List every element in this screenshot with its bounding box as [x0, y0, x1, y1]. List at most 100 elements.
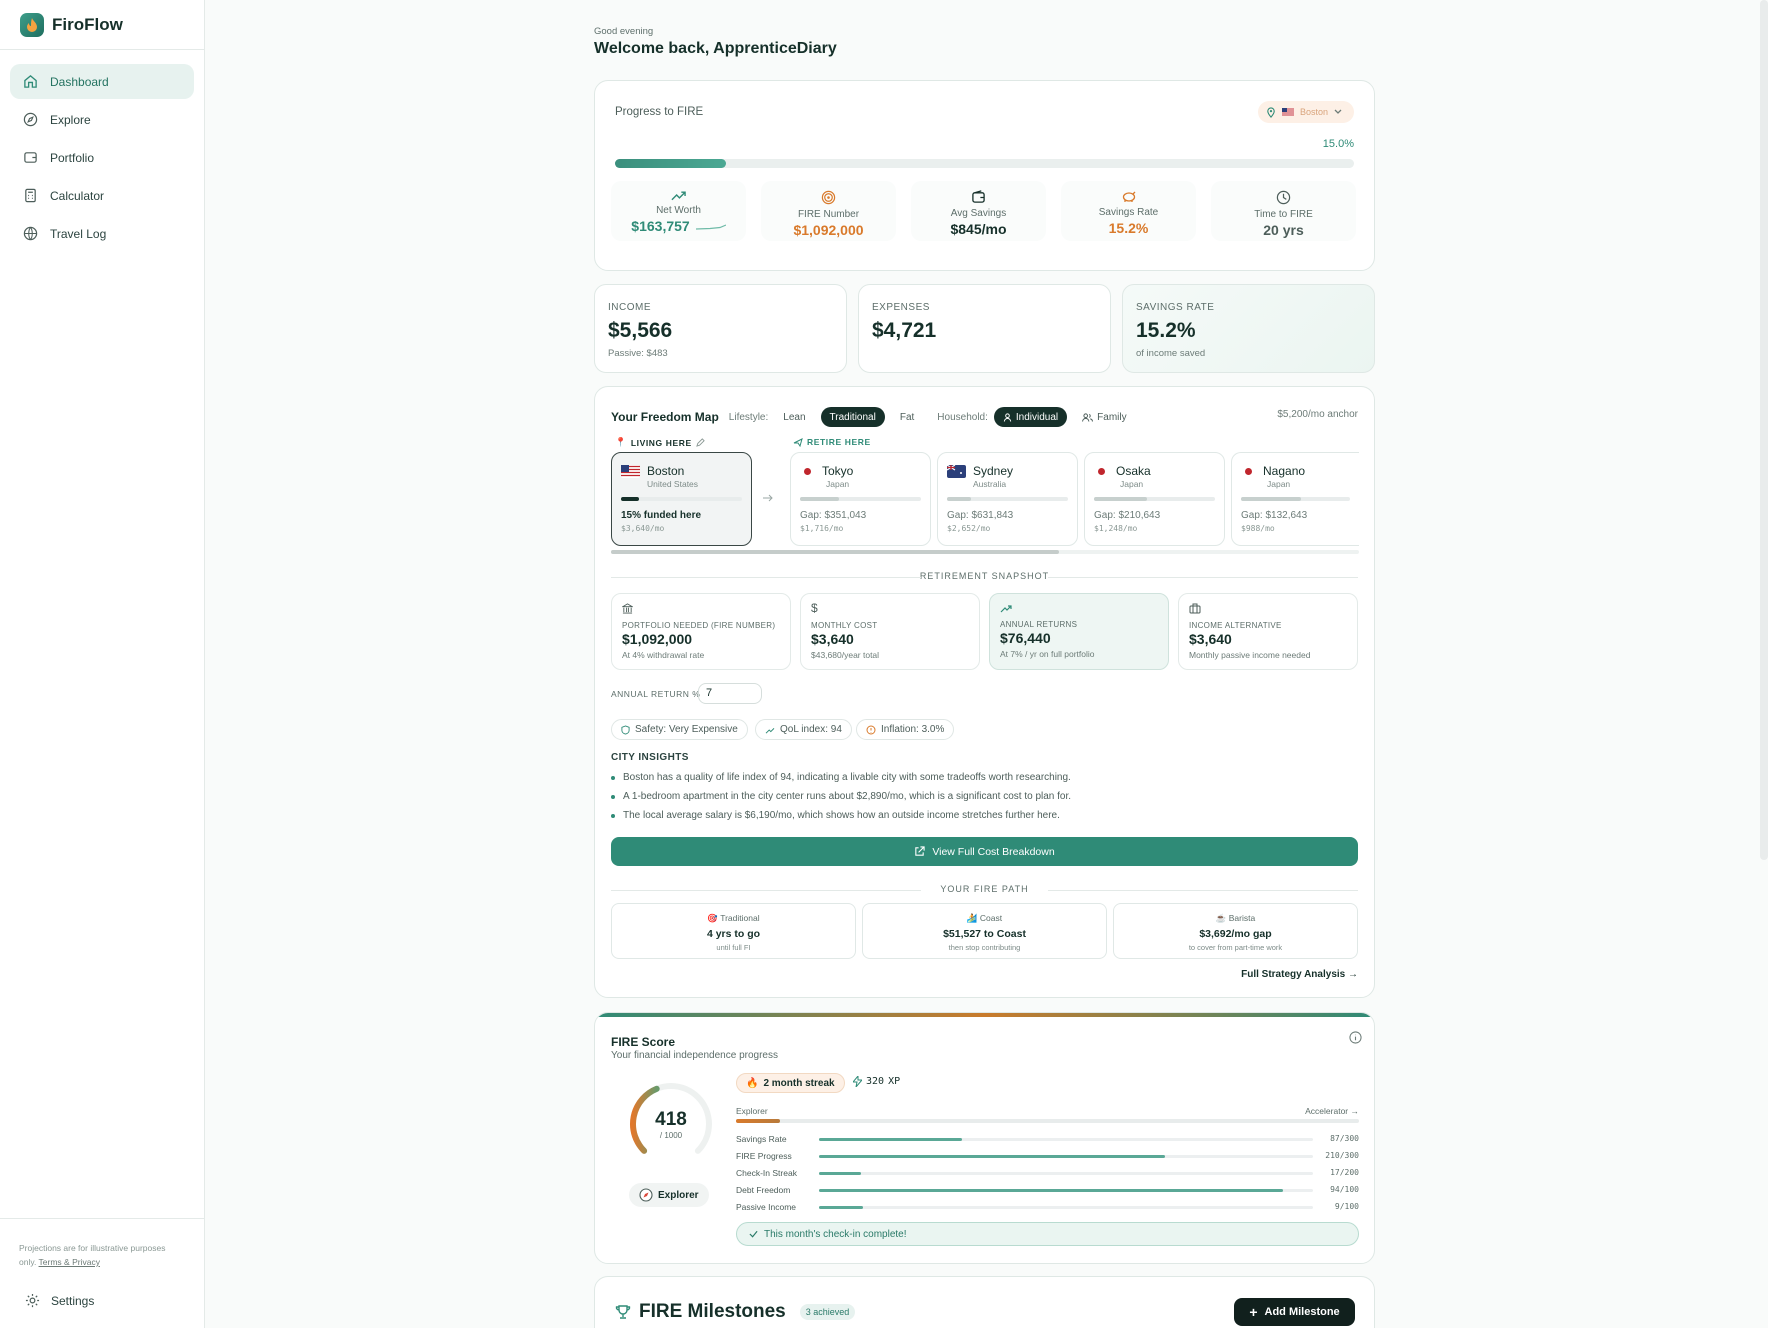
xp-counter: 320 XP — [853, 1076, 900, 1087]
sidebar-item-label: Calculator — [50, 188, 105, 203]
city-card-sydney[interactable]: Sydney Australia Gap: $631,843 $2,652/mo — [937, 452, 1078, 546]
scrollbar-thumb[interactable] — [611, 550, 1059, 554]
metric-value: 9/100 — [1334, 1202, 1359, 1211]
snapshot-value: $1,092,000 — [622, 631, 693, 647]
path-title: ☕ Barista — [1114, 913, 1357, 924]
snapshot-value: $3,640 — [811, 631, 854, 647]
brand[interactable]: FiroFlow — [0, 0, 204, 50]
chip-text: Inflation: 3.0% — [881, 724, 945, 735]
sidebar-item-calculator[interactable]: Calculator — [10, 178, 194, 213]
snapshot-monthly-cost: $ MONTHLY COST $3,640 $43,680/year total — [800, 593, 980, 670]
add-milestone-button[interactable]: + Add Milestone — [1234, 1298, 1355, 1326]
lifestyle-traditional[interactable]: Traditional — [820, 407, 885, 427]
target-icon — [821, 190, 836, 205]
city-card-nagano[interactable]: Nagano Japan Gap: $132,643 $988/mo — [1231, 452, 1359, 546]
gap-text: Gap: $210,643 — [1094, 510, 1161, 521]
sidebar-item-travel-log[interactable]: Travel Log — [10, 216, 194, 251]
terms-link[interactable]: Terms & Privacy — [39, 1257, 100, 1267]
stat-value: $845/mo — [950, 221, 1007, 237]
savings-rate-card: SAVINGS RATE 15.2% of income saved — [1122, 284, 1375, 373]
wallet-icon — [972, 190, 985, 203]
fire-path-title: YOUR FIRE PATH — [611, 884, 1358, 894]
home-city-card[interactable]: Boston United States 15% funded here $3,… — [611, 452, 752, 546]
page-scrollbar[interactable] — [1760, 0, 1768, 860]
sidebar-footer: Projections are for illustrative purpose… — [0, 1218, 204, 1308]
metric-check-in-streak: Check-In Streak 17/200 — [736, 1168, 1359, 1180]
snapshot-value: $3,640 — [1189, 631, 1232, 647]
edit-icon[interactable] — [695, 438, 705, 447]
full-strategy-link[interactable]: Full Strategy Analysis → — [1241, 969, 1358, 980]
lifestyle-label: Lifestyle: — [728, 411, 769, 423]
sidebar-item-label: Explore — [50, 112, 91, 127]
snapshot-label: PORTFOLIO NEEDED (FIRE NUMBER) — [622, 621, 776, 630]
insight-item: A 1-bedroom apartment in the city center… — [611, 791, 1071, 802]
monthly-cost: $1,248/mo — [1094, 524, 1138, 533]
lifestyle-fat[interactable]: Fat — [891, 407, 923, 427]
stat-time-to-fire: Time to FIRE 20 yrs — [1211, 181, 1356, 241]
household-individual-label: Individual — [1015, 411, 1059, 423]
home-icon — [24, 75, 37, 88]
xp-value: 320 — [866, 1076, 885, 1087]
country-name: United States — [647, 479, 699, 489]
city-card-tokyo[interactable]: Tokyo Japan Gap: $351,043 $1,716/mo — [790, 452, 931, 546]
horizontal-scrollbar[interactable] — [611, 550, 1359, 554]
us-flag-icon — [621, 464, 640, 478]
settings-label: Settings — [51, 1293, 95, 1308]
metric-label: FIRE Progress — [736, 1151, 792, 1161]
chip-inflation: Inflation: 3.0% — [856, 719, 955, 740]
path-value: 4 yrs to go — [706, 928, 761, 940]
snapshot-title: RETIREMENT SNAPSHOT — [611, 571, 1358, 581]
annual-return-input[interactable]: 7 — [698, 683, 762, 704]
metric-label: Check-In Streak — [736, 1168, 797, 1178]
score-value: 418 — [655, 1109, 687, 1130]
australia-flag-icon — [947, 464, 966, 478]
funded-bar-fill — [947, 497, 972, 501]
snapshot-sub: At 4% withdrawal rate — [622, 650, 705, 660]
level-to[interactable]: Accelerator → — [1305, 1106, 1359, 1116]
settings-button[interactable]: Settings — [19, 1293, 185, 1308]
snapshot-sub: $43,680/year total — [811, 650, 880, 660]
path-coast[interactable]: 🏄 Coast $51,527 to Coast then stop contr… — [862, 903, 1107, 959]
metric-bar-fill — [819, 1155, 1165, 1158]
snapshot-sub: Monthly passive income needed — [1189, 650, 1311, 660]
path-traditional[interactable]: 🎯 Traditional 4 yrs to go until full FI — [611, 903, 856, 959]
plane-icon — [793, 438, 803, 447]
app-name: FiroFlow — [52, 14, 123, 34]
trend-up-icon — [1000, 605, 1012, 613]
stat-value: 15.2% — [1108, 220, 1149, 236]
monthly-cost: $1,716/mo — [800, 524, 844, 533]
path-value: $3,692/mo gap — [1199, 928, 1272, 940]
score-max: / 1000 — [659, 1131, 683, 1140]
location-select[interactable]: Boston — [1258, 101, 1354, 123]
achieved-badge: 3 achieved — [799, 1304, 856, 1320]
stat-label: FIRE Number — [797, 209, 860, 220]
plus-icon: + — [1249, 1304, 1258, 1320]
clock-icon — [1276, 190, 1291, 205]
funded-bar-fill — [800, 497, 839, 501]
sidebar-item-portfolio[interactable]: Portfolio — [10, 140, 194, 175]
living-here-label: 📍 LIVING HERE — [615, 437, 705, 448]
progress-label: Progress to FIRE — [615, 106, 704, 118]
metric-bar — [819, 1206, 1313, 1209]
fire-score-subtitle: Your financial independence progress — [611, 1050, 778, 1061]
metric-value: 87/300 — [1330, 1134, 1359, 1143]
sidebar-item-explore[interactable]: Explore — [10, 102, 194, 137]
lifestyle-lean[interactable]: Lean — [774, 407, 814, 427]
level-progress-fill — [736, 1119, 780, 1123]
view-cost-breakdown-button[interactable]: View Full Cost Breakdown — [611, 837, 1358, 866]
metric-passive-income: Passive Income 9/100 — [736, 1202, 1359, 1214]
fire-icon: 🔥 — [746, 1077, 759, 1089]
stat-fire-number: FIRE Number $1,092,000 — [761, 181, 896, 241]
bolt-icon — [853, 1076, 862, 1087]
household-family[interactable]: Family — [1073, 407, 1135, 427]
household-individual[interactable]: Individual — [993, 407, 1068, 427]
path-barista[interactable]: ☕ Barista $3,692/mo gap to cover from pa… — [1113, 903, 1358, 959]
info-icon[interactable] — [1349, 1031, 1362, 1044]
metric-label: Savings Rate — [736, 1134, 787, 1144]
sidebar-item-dashboard[interactable]: Dashboard — [10, 64, 194, 99]
external-link-icon — [915, 846, 925, 856]
sidebar-item-label: Portfolio — [50, 150, 95, 165]
city-card-osaka[interactable]: Osaka Japan Gap: $210,643 $1,248/mo — [1084, 452, 1225, 546]
savings-sub: of income saved — [1136, 348, 1206, 359]
retire-here-label: RETIRE HERE — [793, 437, 871, 447]
